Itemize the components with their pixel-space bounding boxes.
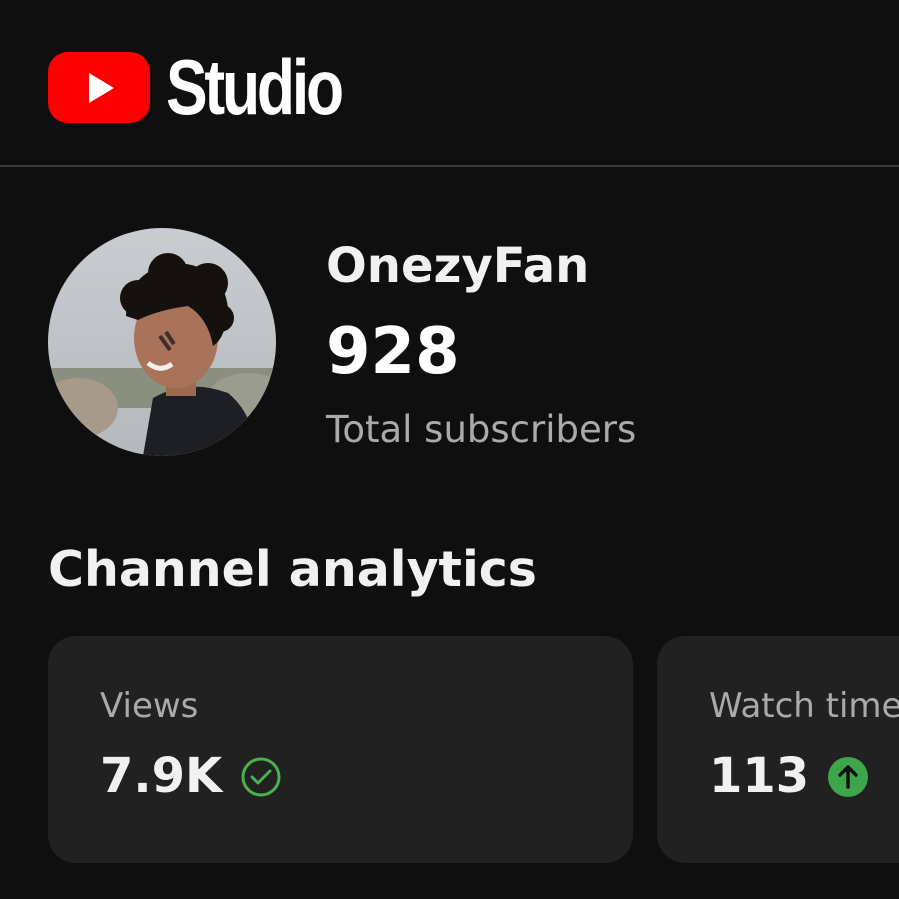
subscriber-label: Total subscribers xyxy=(326,408,637,451)
header: Studio xyxy=(0,0,899,167)
section-title-channel-analytics: Channel analytics xyxy=(48,541,537,598)
views-value: 7.9K xyxy=(100,748,223,804)
watch-time-label: Watch time xyxy=(709,686,899,726)
views-value-row: 7.9K xyxy=(100,748,282,806)
channel-avatar[interactable] xyxy=(48,228,276,456)
arrow-up-circle-icon xyxy=(827,756,869,798)
watch-time-value-row: 113 xyxy=(709,748,869,806)
studio-screen: Studio OnezyFan 928 Total subscribers Ch… xyxy=(0,0,899,899)
views-label: Views xyxy=(100,686,199,726)
check-circle-icon xyxy=(240,756,282,798)
views-card[interactable]: Views 7.9K xyxy=(48,636,633,863)
channel-name: OnezyFan xyxy=(326,238,590,294)
watch-time-value: 113 xyxy=(709,748,810,804)
watch-time-card[interactable]: Watch time 113 xyxy=(657,636,899,863)
youtube-play-icon xyxy=(48,51,150,123)
studio-logo[interactable]: Studio xyxy=(48,48,385,126)
logo-text: Studio xyxy=(166,43,344,131)
subscriber-count: 928 xyxy=(326,315,460,389)
